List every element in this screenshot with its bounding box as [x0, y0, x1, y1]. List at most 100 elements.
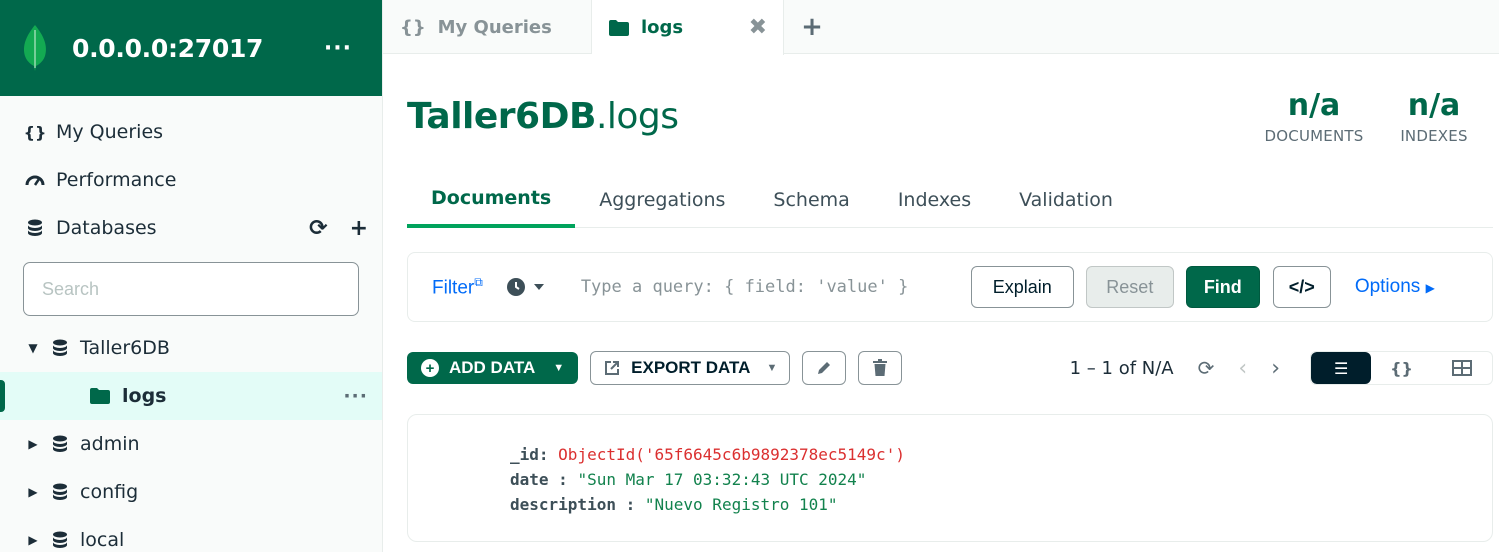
tree-item-label: logs [122, 385, 167, 407]
connection-title: 0.0.0.0:27017 [72, 33, 264, 63]
folder-icon [609, 19, 629, 36]
connection-menu-button[interactable]: ··· [324, 36, 352, 61]
pagination-text: 1 – 1 of N/A [1069, 357, 1174, 379]
page-title: Taller6DB.logs [407, 96, 679, 137]
search-input[interactable] [23, 262, 359, 316]
external-link-icon: ⧉ [474, 274, 483, 289]
refresh-icon[interactable]: ⟳ [1198, 356, 1215, 380]
code-generation-button[interactable]: </> [1272, 266, 1331, 308]
tab-label: My Queries [437, 16, 552, 38]
sidebar-item-databases[interactable]: Databases ⟳ + [0, 204, 382, 252]
filter-link[interactable]: Filter⧉ [432, 275, 483, 299]
sidebar: 0.0.0.0:27017 ··· {} My Queries Performa… [0, 0, 383, 552]
documents-label: DOCUMENTS [1264, 127, 1364, 145]
pagination: 1 – 1 of N/A ⟳ ‹ › [1070, 356, 1280, 381]
view-toggle: ☰ {} [1310, 351, 1493, 385]
query-history-button[interactable] [506, 278, 545, 296]
options-toggle[interactable]: Options ▶ [1355, 276, 1435, 298]
tab-aggregations[interactable]: Aggregations [575, 172, 749, 228]
database-icon [52, 531, 68, 549]
documents-toolbar: + ADD DATA ▼ EXPORT DATA ▼ 1 – 1 of N/A … [407, 351, 1493, 385]
folder-icon [90, 388, 110, 404]
database-icon [52, 483, 68, 501]
collection-name: .logs [595, 96, 679, 137]
caret-down-icon[interactable]: ▼ [22, 341, 44, 355]
tree-database-config[interactable]: ▶ config [0, 468, 382, 516]
tab-validation[interactable]: Validation [995, 172, 1137, 228]
sidebar-item-label: Databases [56, 217, 157, 239]
caret-right-icon: ▶ [1425, 281, 1435, 295]
previous-page-icon[interactable]: ‹ [1238, 356, 1247, 381]
caret-right-icon[interactable]: ▶ [22, 437, 44, 451]
filter-label: Filter [432, 277, 475, 299]
field-key: date [510, 470, 549, 489]
trash-icon [873, 359, 888, 376]
mongodb-leaf-icon [24, 25, 46, 71]
tree-item-label: local [80, 529, 125, 551]
pencil-icon [818, 362, 831, 374]
more-options-icon[interactable]: ··· [343, 385, 368, 407]
documents-count: n/a [1287, 88, 1341, 123]
tab-schema[interactable]: Schema [749, 172, 873, 228]
indexes-label: INDEXES [1400, 127, 1468, 145]
tab-label: logs [641, 17, 684, 38]
caret-down-icon [533, 284, 544, 290]
document-field: date : "Sun Mar 17 03:32:43 UTC 2024" [510, 470, 867, 489]
tab-documents[interactable]: Documents [407, 172, 576, 228]
document-field: _id: ObjectId('65f6645c6b9892378ec5149c'… [510, 445, 905, 464]
caret-down-icon: ▼ [553, 362, 565, 374]
tree-item-label: Taller6DB [80, 337, 170, 359]
curly-braces-icon: {} [400, 16, 426, 38]
json-view-icon[interactable]: {} [1371, 352, 1431, 384]
caret-right-icon[interactable]: ▶ [22, 533, 44, 547]
edit-button[interactable] [802, 351, 847, 385]
find-button[interactable]: Find [1185, 266, 1260, 308]
document-card[interactable]: _id: ObjectId('65f6645c6b9892378ec5149c'… [407, 414, 1493, 542]
database-icon [52, 339, 68, 357]
tree-database-admin[interactable]: ▶ admin [0, 420, 382, 468]
caret-down-icon: ▼ [766, 362, 778, 374]
tree-collection-logs[interactable]: logs ··· [0, 372, 382, 420]
document-field: description : "Nuevo Registro 101" [510, 495, 838, 514]
tab-my-queries[interactable]: {} My Queries [383, 0, 592, 54]
plus-circle-icon: + [421, 359, 439, 377]
connection-header: 0.0.0.0:27017 ··· [0, 0, 382, 96]
sidebar-item-label: Performance [56, 169, 177, 191]
query-bar: Filter⧉ Type a query: { field: 'value' }… [407, 252, 1493, 322]
tab-logs[interactable]: logs ✖ [592, 0, 784, 55]
list-view-icon[interactable]: ☰ [1311, 352, 1372, 384]
add-database-icon[interactable]: + [350, 216, 368, 241]
delete-button[interactable] [858, 351, 903, 385]
query-input[interactable]: Type a query: { field: 'value' } [581, 277, 963, 297]
add-data-label: ADD DATA [449, 358, 536, 377]
database-icon [52, 435, 68, 453]
curly-braces-icon: {} [23, 122, 47, 142]
export-data-button[interactable]: EXPORT DATA ▼ [590, 351, 791, 385]
next-page-icon[interactable]: › [1271, 356, 1280, 381]
explain-button[interactable]: Explain [970, 266, 1074, 308]
database-icon [24, 219, 46, 237]
field-key: description [510, 495, 616, 514]
caret-right-icon[interactable]: ▶ [22, 485, 44, 499]
close-icon[interactable]: ✖ [749, 15, 767, 40]
options-label: Options [1354, 276, 1421, 297]
tree-database-taller6db[interactable]: ▼ Taller6DB [0, 324, 382, 372]
indexes-count: n/a [1407, 88, 1461, 123]
field-key: _id [510, 445, 539, 464]
tab-indexes[interactable]: Indexes [874, 172, 995, 228]
sidebar-item-label: My Queries [56, 121, 164, 143]
field-value: "Nuevo Registro 101" [644, 495, 838, 514]
sidebar-item-performance[interactable]: Performance [0, 156, 382, 204]
sidebar-item-my-queries[interactable]: {} My Queries [0, 108, 382, 156]
indexes-stat: n/a INDEXES [1395, 88, 1473, 145]
table-view-icon[interactable] [1432, 352, 1492, 384]
add-data-button[interactable]: + ADD DATA ▼ [407, 352, 579, 384]
new-tab-button[interactable]: + [784, 0, 840, 54]
database-name: Taller6DB [407, 96, 596, 137]
refresh-icon[interactable]: ⟳ [309, 216, 327, 241]
field-value: ObjectId('65f6645c6b9892378ec5149c') [558, 445, 905, 464]
tree-item-label: config [80, 481, 139, 503]
tree-database-local[interactable]: ▶ local [0, 516, 382, 552]
reset-button[interactable]: Reset [1085, 266, 1174, 308]
tab-bar: {} My Queries logs ✖ + [383, 0, 1499, 55]
